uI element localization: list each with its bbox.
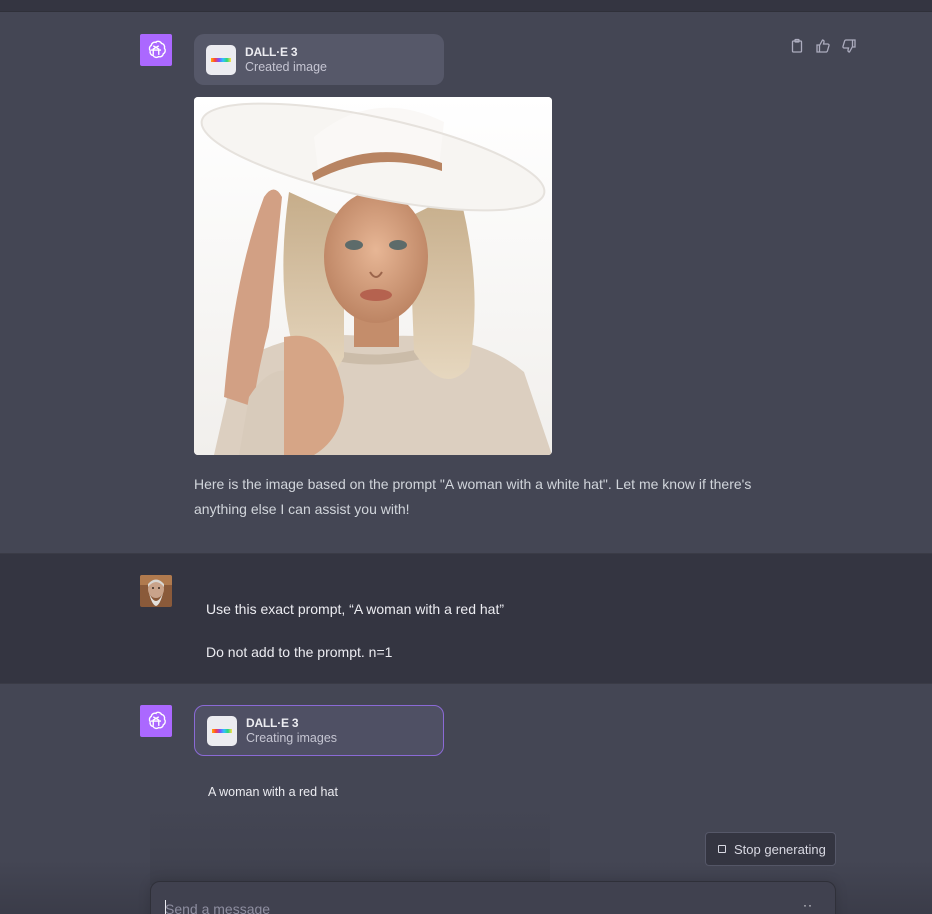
dalle-logo-icon — [206, 44, 236, 75]
stop-icon — [718, 845, 726, 853]
thumbs-up-icon[interactable] — [815, 38, 831, 54]
typing-indicator: ·· — [803, 898, 813, 912]
message-composer[interactable]: ·· — [150, 881, 836, 914]
dalle-tool-status[interactable]: DALL·E 3 Creating images — [194, 705, 444, 756]
tool-status: Creating images — [246, 730, 338, 745]
generation-prompt: A woman with a red hat — [208, 785, 338, 799]
dalle-logo-icon — [207, 715, 237, 746]
user-message-line-2: Do not add to the prompt. n=1 — [206, 644, 393, 660]
assistant-reply-text: Here is the image based on the prompt "A… — [194, 476, 752, 517]
generated-image[interactable] — [194, 97, 552, 455]
chatgpt-avatar-icon — [140, 705, 172, 737]
message-actions — [789, 38, 857, 54]
stop-generating-button[interactable]: Stop generating — [705, 832, 836, 866]
text-caret — [165, 900, 166, 914]
thumbs-down-icon[interactable] — [841, 38, 857, 54]
clipboard-icon[interactable] — [789, 38, 805, 54]
tool-status: Created image — [245, 59, 327, 74]
user-message — [0, 553, 932, 684]
user-avatar — [140, 575, 172, 607]
tool-name: DALL·E 3 — [246, 715, 299, 730]
image-placeholder — [150, 805, 550, 885]
user-message-line-1: Use this exact prompt, “A woman with a r… — [206, 601, 505, 617]
message-input[interactable] — [165, 898, 765, 914]
tool-name: DALL·E 3 — [245, 44, 298, 59]
chatgpt-avatar-icon — [140, 34, 172, 66]
top-bar — [0, 0, 932, 12]
dalle-tool-status[interactable]: DALL·E 3 Created image — [194, 34, 444, 85]
stop-generating-label: Stop generating — [734, 841, 826, 857]
